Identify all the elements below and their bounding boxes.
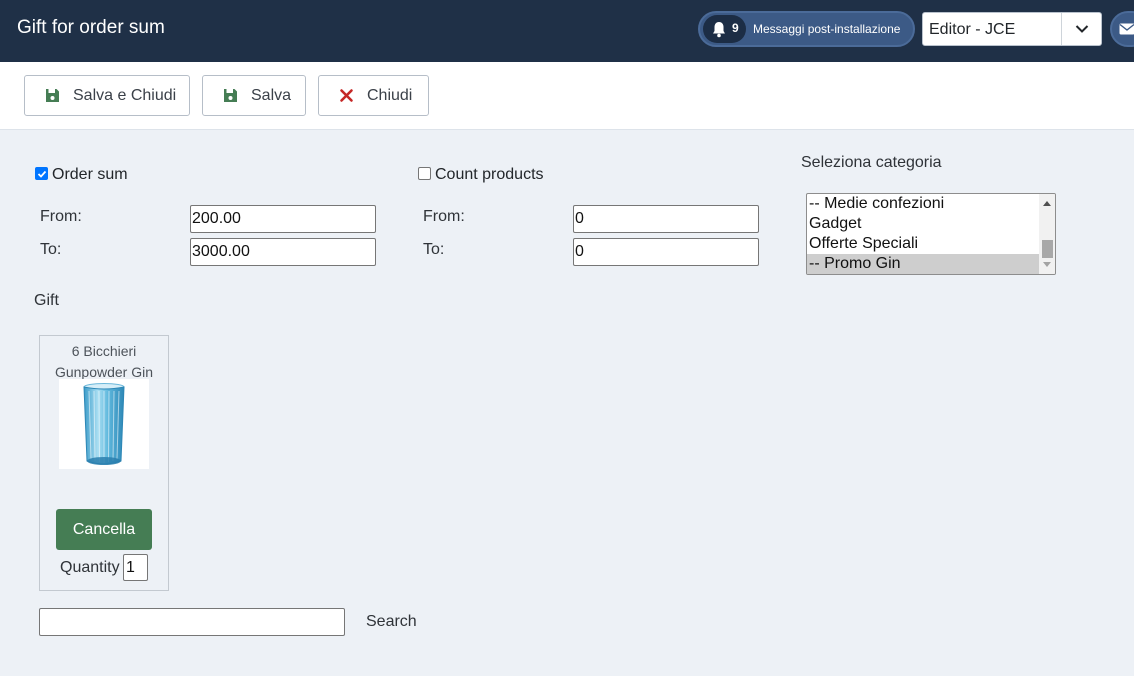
post-install-messages-label: Messaggi post-installazione — [753, 22, 901, 36]
bell-icon — [713, 22, 725, 38]
quantity-label: Quantity — [60, 559, 120, 576]
post-install-messages-button[interactable]: 9 Messaggi post-installazione — [698, 11, 915, 47]
x-icon — [340, 89, 353, 102]
checkmark-icon — [37, 170, 47, 178]
scroll-up-icon[interactable] — [1043, 200, 1051, 206]
glass-icon — [83, 383, 125, 465]
chevron-down-icon — [1075, 25, 1089, 33]
count-products-label: Count products — [435, 166, 544, 183]
save-and-close-label: Salva e Chiudi — [73, 87, 177, 104]
scroll-down-icon[interactable] — [1043, 262, 1051, 268]
gift-item-name: 6 Bicchieri Gunpowder Gin — [54, 343, 154, 380]
order-sum-to-input[interactable] — [190, 238, 376, 266]
scrollbar-thumb[interactable] — [1042, 240, 1053, 258]
save-and-close-button[interactable]: Salva e Chiudi — [24, 75, 190, 116]
notification-count: 9 — [732, 21, 739, 35]
quantity-input[interactable] — [123, 554, 148, 581]
mail-icon — [1119, 23, 1134, 35]
count-products-to-input[interactable] — [573, 238, 759, 266]
order-sum-from-label: From: — [40, 208, 82, 225]
action-toolbar: Salva e Chiudi Salva Chiudi — [0, 62, 1134, 130]
order-sum-label: Order sum — [52, 166, 128, 183]
search-button[interactable]: Search — [366, 613, 417, 631]
count-products-from-input[interactable] — [573, 205, 759, 233]
close-label: Chiudi — [367, 87, 413, 104]
floppy-disk-icon — [46, 89, 59, 102]
page-title: Gift for order sum — [17, 17, 165, 38]
editor-select[interactable]: Editor - JCE — [922, 12, 1102, 46]
category-listbox[interactable]: -- Medie confezioni Gadget Offerte Speci… — [806, 193, 1056, 275]
count-products-checkbox[interactable] — [418, 167, 431, 180]
category-option[interactable]: -- Medie confezioni — [807, 194, 1039, 214]
category-scrollbar[interactable] — [1039, 194, 1055, 274]
close-button[interactable]: Chiudi — [318, 75, 429, 116]
floppy-disk-icon — [224, 89, 237, 102]
user-mail-button[interactable] — [1110, 11, 1134, 47]
gift-product-image — [59, 379, 149, 469]
header-bar: Gift for order sum 9 Messaggi post-insta… — [0, 0, 1134, 62]
order-sum-from-input[interactable] — [190, 205, 376, 233]
gift-section-label: Gift — [34, 292, 59, 309]
order-sum-checkbox[interactable] — [35, 167, 48, 180]
editor-select-divider — [1061, 13, 1062, 45]
category-option-selected[interactable]: -- Promo Gin — [807, 254, 1039, 274]
count-products-to-label: To: — [423, 241, 445, 258]
category-label: Seleziona categoria — [801, 154, 942, 171]
save-label: Salva — [251, 87, 292, 104]
gift-item-card: 6 Bicchieri Gunpowder Gin Cancella Quant… — [39, 335, 169, 591]
notification-badge: 9 — [703, 15, 746, 43]
category-option[interactable]: Gadget — [807, 214, 1039, 234]
editor-select-value: Editor - JCE — [929, 21, 1016, 38]
category-option[interactable]: Offerte Speciali — [807, 234, 1039, 254]
cancel-gift-button[interactable]: Cancella — [56, 509, 152, 550]
order-sum-to-label: To: — [40, 241, 62, 258]
count-products-from-label: From: — [423, 208, 465, 225]
search-input[interactable] — [39, 608, 345, 636]
save-button[interactable]: Salva — [202, 75, 306, 116]
